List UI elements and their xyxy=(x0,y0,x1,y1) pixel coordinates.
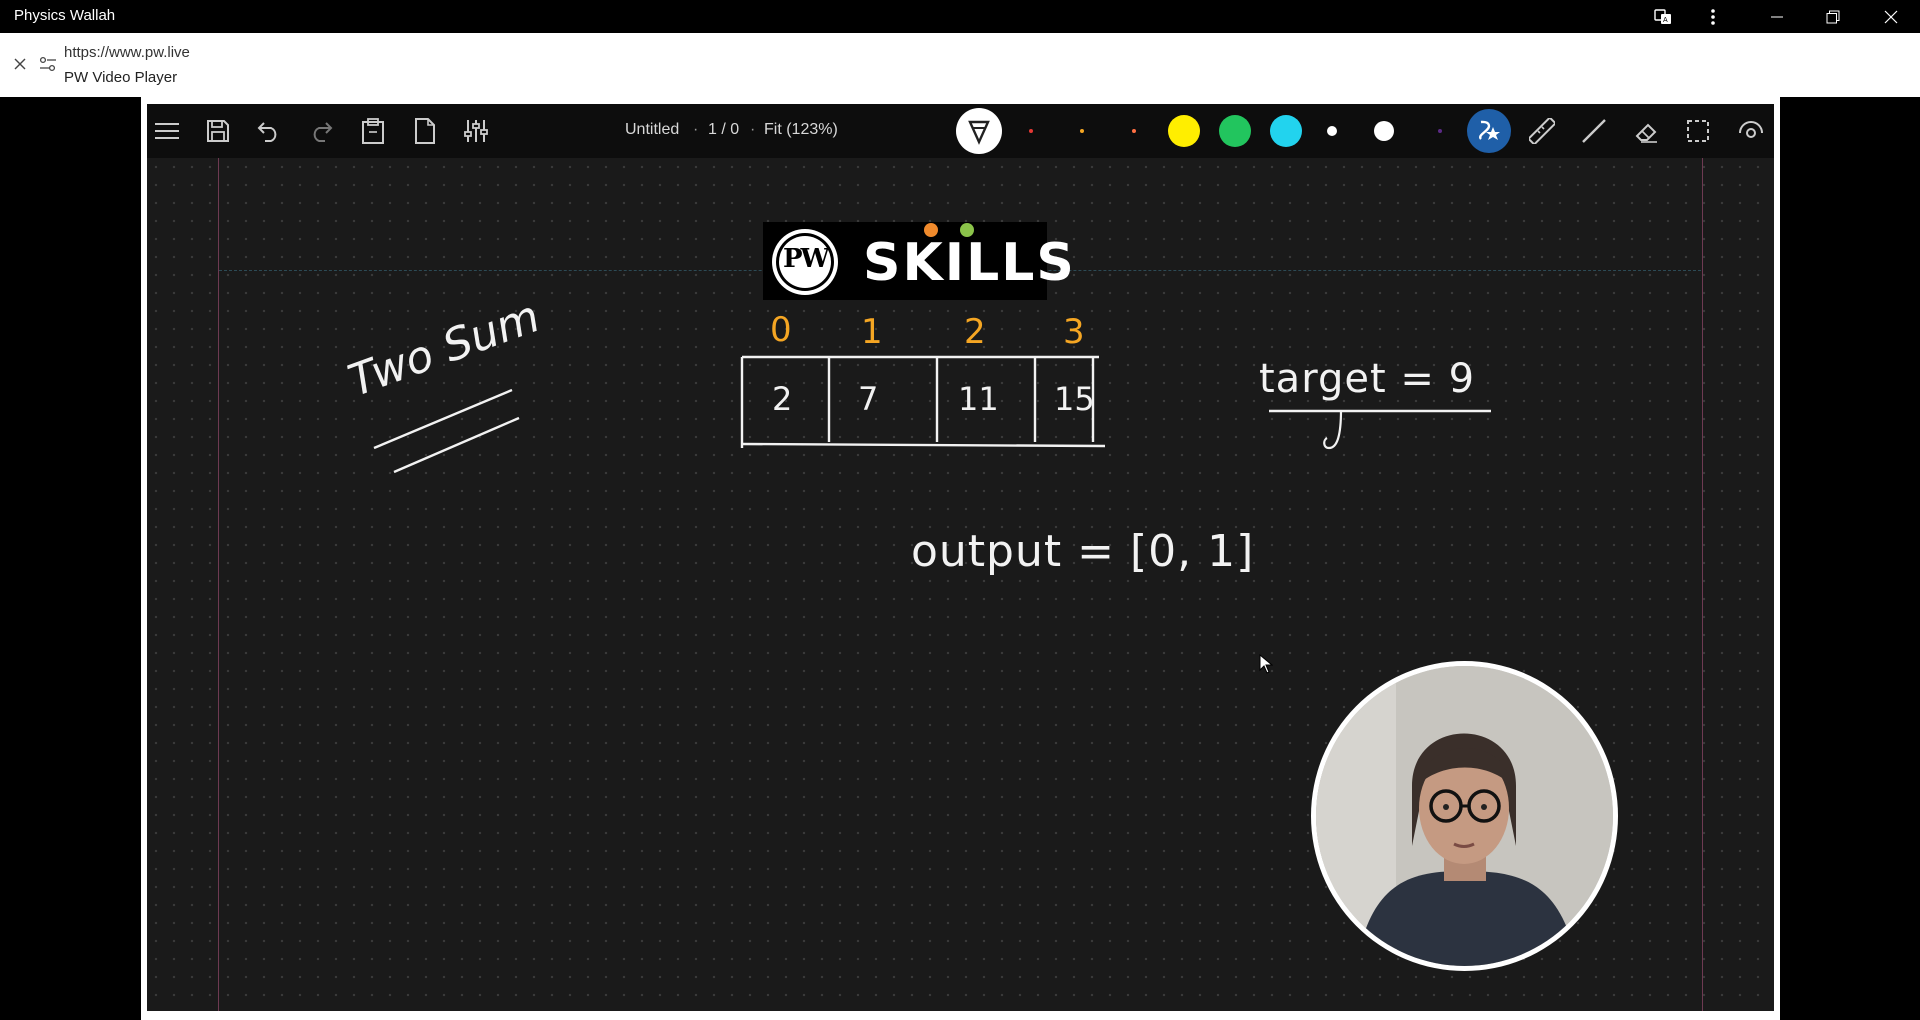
redo-icon xyxy=(303,113,339,149)
site-settings-icon[interactable] xyxy=(38,55,58,73)
ruler-icon xyxy=(1524,113,1560,149)
separator-dot: · xyxy=(750,121,756,138)
line-tool-icon xyxy=(1576,113,1612,149)
video-player[interactable]: Untitled · 1 / 0 · Fit (123%) PW SKILLS … xyxy=(147,104,1774,1011)
paste-icon xyxy=(355,113,391,149)
eraser-icon xyxy=(1628,113,1664,149)
page-margin-left xyxy=(218,158,219,1011)
page-title: PW Video Player xyxy=(64,69,178,86)
translate-icon[interactable]: A xyxy=(1640,0,1686,33)
pw-skills-logo: PW SKILLS xyxy=(763,222,1074,300)
view-toggle-icon xyxy=(1733,113,1769,149)
instructor-portrait xyxy=(1316,666,1613,966)
heading-underline xyxy=(373,388,520,474)
whiteboard-canvas: PW SKILLS Two Sum 0 1 2 3 2 7 11 15 targ… xyxy=(147,158,1774,1011)
zoom-level: Fit (123%) xyxy=(764,121,838,138)
mouse-cursor-icon xyxy=(1259,654,1273,674)
logo-text: SKILLS xyxy=(863,233,1076,293)
save-icon xyxy=(200,113,236,149)
array-value-0: 2 xyxy=(772,380,793,418)
url-text[interactable]: https://www.pw.live xyxy=(64,44,190,61)
close-window-icon[interactable] xyxy=(1868,0,1914,33)
index-2: 2 xyxy=(964,312,986,352)
green-color-swatch xyxy=(1219,115,1251,147)
array-value-2: 11 xyxy=(958,380,999,418)
menu-icon xyxy=(149,113,185,149)
page-icon xyxy=(407,113,443,149)
settings-sliders-icon xyxy=(458,113,494,149)
orange-pen-dot xyxy=(1080,129,1084,133)
white-large-swatch xyxy=(1374,121,1394,141)
target-text: target = 9 xyxy=(1259,356,1476,402)
array-value-3: 15 xyxy=(1054,380,1095,418)
svg-text:A: A xyxy=(1663,17,1668,24)
selection-icon xyxy=(1680,113,1716,149)
minimize-icon[interactable] xyxy=(1754,0,1800,33)
purple-pen-dot xyxy=(1438,129,1442,133)
index-1: 1 xyxy=(861,312,883,352)
window-title-bar: Physics Wallah A xyxy=(0,0,1920,33)
separator-dot: · xyxy=(693,121,699,138)
more-options-icon[interactable] xyxy=(1690,0,1736,33)
output-text: output = [0, 1] xyxy=(911,526,1255,577)
page-indicator: 1 / 0 xyxy=(708,121,740,138)
cyan-color-swatch xyxy=(1270,115,1302,147)
coral-pen-dot xyxy=(1132,129,1136,133)
window-title: Physics Wallah xyxy=(14,7,116,24)
pen-tool-icon xyxy=(956,108,1002,154)
instructor-webcam xyxy=(1311,661,1618,971)
whiteboard-toolbar: Untitled · 1 / 0 · Fit (123%) xyxy=(147,104,1774,158)
red-pen-dot xyxy=(1029,129,1033,133)
close-icon[interactable] xyxy=(11,55,29,73)
restore-icon[interactable] xyxy=(1810,0,1856,33)
logo-initials: PW xyxy=(783,244,830,274)
yellow-color-swatch xyxy=(1168,115,1200,147)
page-margin-right xyxy=(1702,158,1703,1011)
white-small-swatch xyxy=(1327,126,1337,136)
document-name: Untitled xyxy=(625,121,680,138)
magic-pen-icon xyxy=(1467,109,1511,153)
index-0: 0 xyxy=(770,310,792,350)
index-3: 3 xyxy=(1063,312,1085,352)
array-value-1: 7 xyxy=(858,380,879,418)
address-bar: https://www.pw.live PW Video Player xyxy=(0,33,1920,97)
undo-icon xyxy=(251,113,287,149)
target-underline xyxy=(1269,409,1491,450)
